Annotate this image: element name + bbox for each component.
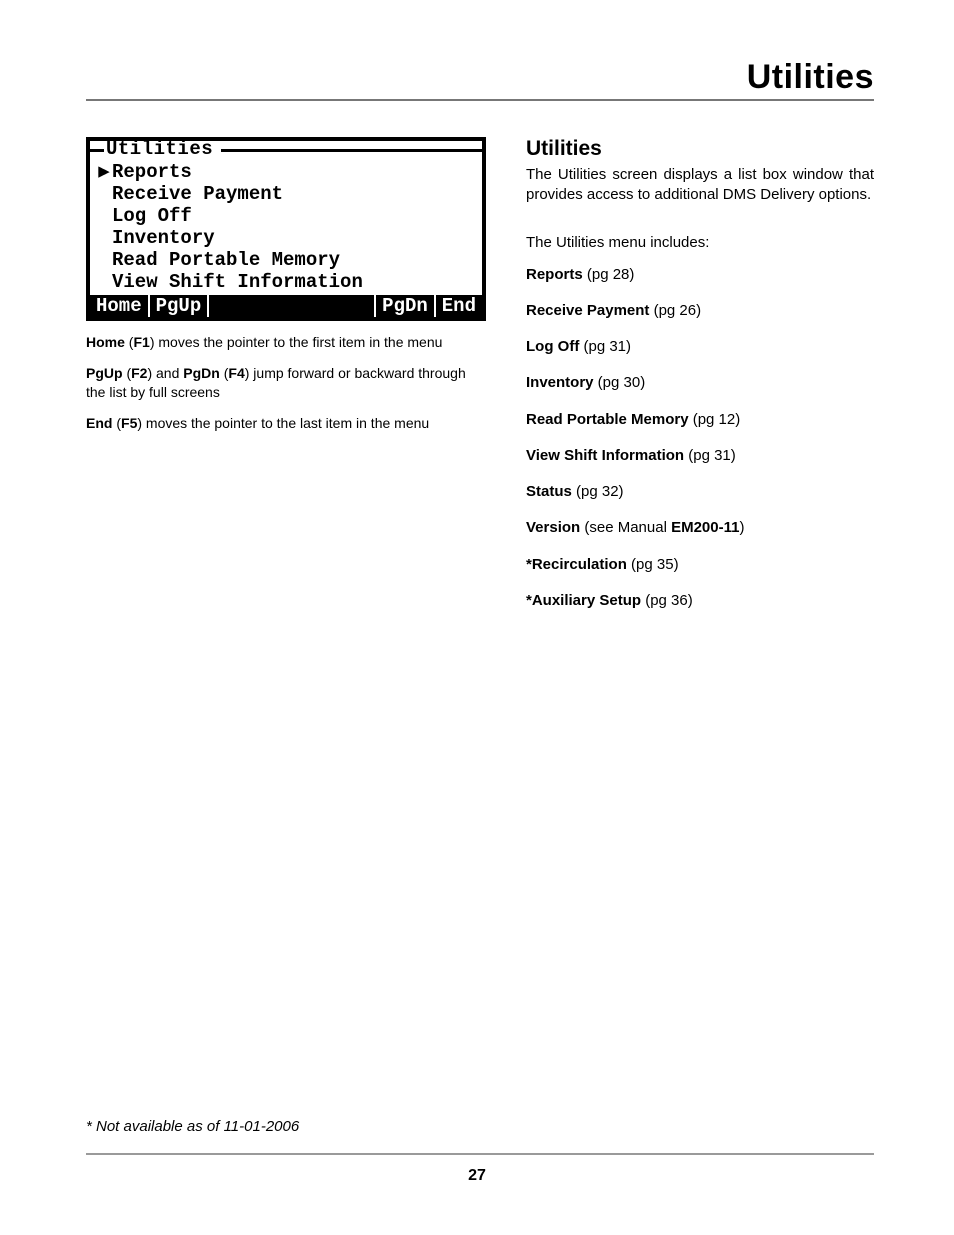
pointer-spacer <box>96 249 112 271</box>
section-heading: Utilities <box>526 137 874 161</box>
list-item: Receive Payment (pg 26) <box>526 301 874 321</box>
item-name: Read Portable Memory <box>526 411 689 428</box>
legend-key: Home <box>86 334 125 350</box>
item-name: Version <box>526 519 580 536</box>
item-ref: (pg 36) <box>641 592 693 609</box>
item-name: View Shift Information <box>526 447 684 464</box>
list-item: Read Portable Memory (pg 12) <box>526 410 874 430</box>
terminal-menu-list: ▶ Reports Receive Payment Log Off Invent… <box>90 156 482 295</box>
item-ref: (pg 28) <box>583 266 635 283</box>
legend-text: ) moves the pointer to the first item in… <box>150 334 443 350</box>
terminal-menu-label: Read Portable Memory <box>112 249 340 271</box>
page-header-title: Utilities <box>86 58 874 97</box>
legend-text: ) and <box>147 365 183 381</box>
item-ref: (pg 26) <box>649 302 701 319</box>
footer-rule <box>86 1153 874 1155</box>
item-ref: (see Manual <box>580 519 671 536</box>
page-number: 27 <box>0 1167 954 1185</box>
terminal-caption: Utilities <box>106 138 213 160</box>
pointer-spacer <box>96 205 112 227</box>
terminal-menu-item[interactable]: ▶ Reports <box>96 161 476 183</box>
terminal-menu-label: Receive Payment <box>112 183 283 205</box>
item-name: Log Off <box>526 338 579 355</box>
item-ref: (pg 35) <box>627 556 679 573</box>
utilities-terminal: Utilities ▶ Reports Receive Payment Log <box>86 137 486 321</box>
footer-pgdn-button[interactable]: PgDn <box>376 295 436 317</box>
header-rule <box>86 99 874 101</box>
terminal-menu-label: Inventory <box>112 227 215 249</box>
legend-text: ( <box>123 365 132 381</box>
legend-key: F4 <box>228 365 244 381</box>
utilities-reference-list: Reports (pg 28) Receive Payment (pg 26) … <box>526 265 874 612</box>
list-item: Inventory (pg 30) <box>526 373 874 393</box>
item-name: Inventory <box>526 374 594 391</box>
terminal-menu-item[interactable]: Inventory <box>96 227 476 249</box>
item-name: Receive Payment <box>526 302 649 319</box>
legend-key: PgUp <box>86 365 123 381</box>
footer-spacer <box>209 295 376 317</box>
legend-key: PgDn <box>183 365 220 381</box>
legend-text: ) moves the pointer to the last item in … <box>137 415 429 431</box>
legend-line: Home (F1) moves the pointer to the first… <box>86 333 486 352</box>
pointer-icon: ▶ <box>96 161 112 183</box>
item-name: Reports <box>526 266 583 283</box>
terminal-menu-item[interactable]: Read Portable Memory <box>96 249 476 271</box>
pointer-spacer <box>96 183 112 205</box>
item-name: *Recirculation <box>526 556 627 573</box>
terminal-menu-item[interactable]: Log Off <box>96 205 476 227</box>
legend-key: F5 <box>121 415 137 431</box>
terminal-menu-item[interactable]: View Shift Information <box>96 271 476 293</box>
terminal-menu-label: Reports <box>112 161 192 183</box>
footer-end-button[interactable]: End <box>436 295 482 317</box>
terminal-menu-item[interactable]: Receive Payment <box>96 183 476 205</box>
terminal-menu-label: Log Off <box>112 205 192 227</box>
legend-line: End (F5) moves the pointer to the last i… <box>86 414 486 433</box>
list-item: Log Off (pg 31) <box>526 337 874 357</box>
item-ref: (pg 12) <box>689 411 741 428</box>
legend-key: End <box>86 415 112 431</box>
list-item: View Shift Information (pg 31) <box>526 446 874 466</box>
item-ref: (pg 31) <box>579 338 631 355</box>
list-item: *Recirculation (pg 35) <box>526 555 874 575</box>
pointer-spacer <box>96 271 112 293</box>
item-ref: (pg 30) <box>594 374 646 391</box>
legend-key: F1 <box>133 334 149 350</box>
item-ref: ) <box>739 519 744 536</box>
terminal-menu-label: View Shift Information <box>112 271 363 293</box>
key-legend: Home (F1) moves the pointer to the first… <box>86 333 486 433</box>
legend-line: PgUp (F2) and PgDn (F4) jump forward or … <box>86 364 486 402</box>
section-subheading: The Utilities menu includes: <box>526 234 874 251</box>
item-ref: (pg 31) <box>684 447 736 464</box>
pointer-spacer <box>96 227 112 249</box>
item-name: Status <box>526 483 572 500</box>
list-item: Status (pg 32) <box>526 482 874 502</box>
terminal-caption-bar: Utilities <box>90 141 482 156</box>
item-name: *Auxiliary Setup <box>526 592 641 609</box>
footer-home-button[interactable]: Home <box>90 295 150 317</box>
legend-key: F2 <box>131 365 147 381</box>
footnote: * Not available as of 11-01-2006 <box>86 1118 299 1135</box>
legend-text: ( <box>112 415 121 431</box>
terminal-footer: Home PgUp PgDn End <box>90 295 482 317</box>
section-intro: The Utilities screen displays a list box… <box>526 165 874 206</box>
list-item: Reports (pg 28) <box>526 265 874 285</box>
footer-pgup-button[interactable]: PgUp <box>150 295 210 317</box>
item-ref: (pg 32) <box>572 483 624 500</box>
list-item: Version (see Manual EM200-11) <box>526 518 874 538</box>
item-ref-bold: EM200-11 <box>671 519 739 536</box>
list-item: *Auxiliary Setup (pg 36) <box>526 591 874 611</box>
